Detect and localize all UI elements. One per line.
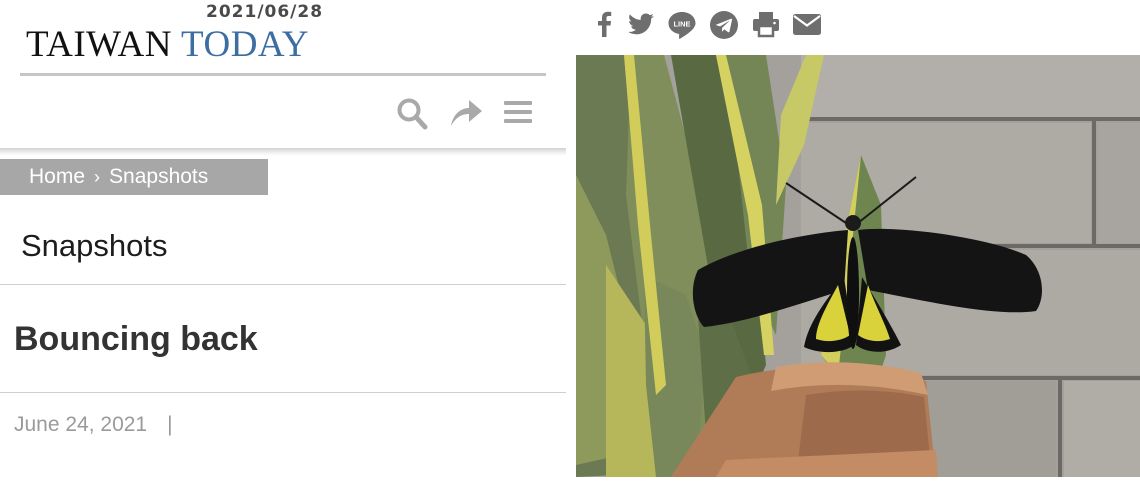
email-icon[interactable] xyxy=(792,10,822,43)
share-bar: LINE xyxy=(594,10,834,40)
article-date-line: June 24, 2021 | xyxy=(14,413,173,437)
header-toolbar xyxy=(0,96,560,130)
site-logo[interactable]: TAIWAN TODAY xyxy=(26,23,309,66)
breadcrumb-separator: › xyxy=(94,167,101,187)
twitter-icon[interactable] xyxy=(627,10,655,43)
telegram-icon[interactable] xyxy=(709,10,739,45)
menu-icon[interactable] xyxy=(503,96,533,133)
section-title: Snapshots xyxy=(21,228,168,263)
logo-word-today: TODAY xyxy=(181,24,309,65)
print-icon[interactable] xyxy=(752,10,780,43)
logo-word-taiwan: TAIWAN xyxy=(26,24,172,65)
title-divider xyxy=(0,392,566,393)
article-photo xyxy=(576,55,1140,477)
share-icon[interactable] xyxy=(449,96,483,133)
logo-divider xyxy=(20,73,546,76)
breadcrumb-snapshots-link[interactable]: Snapshots xyxy=(109,165,208,188)
article-title: Bouncing back xyxy=(14,320,258,358)
header-date: 2021/06/28 xyxy=(206,2,324,22)
section-divider xyxy=(0,284,566,285)
breadcrumb-home-link[interactable]: Home xyxy=(29,165,85,188)
breadcrumb: Home › Snapshots xyxy=(0,159,268,195)
line-icon[interactable]: LINE xyxy=(667,10,697,45)
line-icon-label: LINE xyxy=(673,20,690,29)
date-separator: | xyxy=(167,413,173,436)
facebook-icon[interactable] xyxy=(596,10,612,43)
article-date: June 24, 2021 xyxy=(14,413,148,436)
search-icon[interactable] xyxy=(396,96,428,135)
toolbar-shadow xyxy=(0,148,566,156)
